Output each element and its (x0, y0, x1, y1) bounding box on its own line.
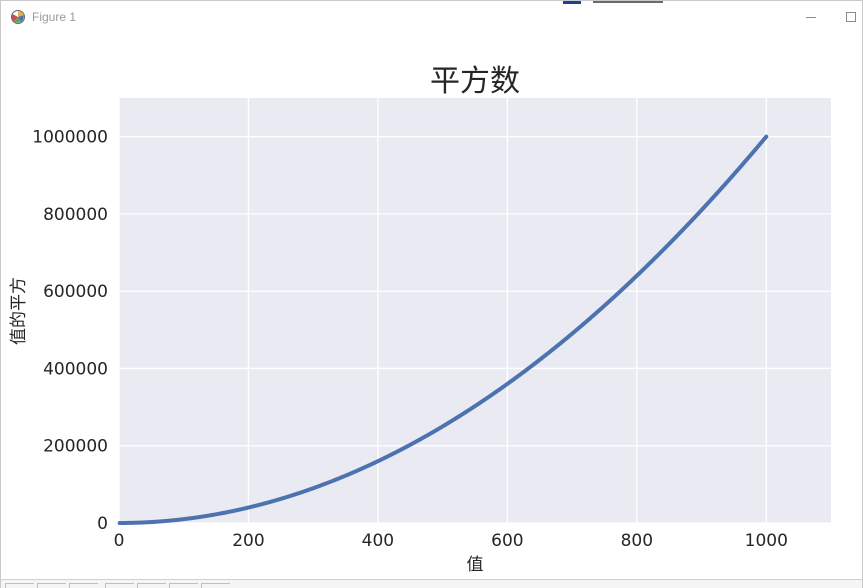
maximize-icon (846, 12, 856, 22)
window-title: Figure 1 (32, 10, 77, 24)
x-tick-label: 1000 (745, 531, 788, 551)
plot-area (119, 98, 831, 523)
x-tick-label: 400 (362, 531, 394, 551)
title-bar[interactable]: Figure 1 (1, 1, 862, 33)
y-axis-label: 值的平方 (9, 277, 29, 345)
chart: 平方数 0 200 400 600 800 1000 0 200000 400000 60000… (9, 64, 831, 575)
background-window-artifact (563, 1, 663, 5)
y-tick-label: 0 (97, 514, 108, 534)
x-tick-labels: 0 200 400 600 800 1000 (114, 531, 788, 551)
matplotlib-icon (11, 10, 25, 24)
chart-title: 平方数 (430, 64, 520, 99)
y-tick-labels: 0 200000 400000 600000 800000 1000000 (32, 128, 108, 534)
y-tick-label: 1000000 (32, 128, 108, 148)
x-axis-label: 值 (467, 555, 484, 575)
maximize-button[interactable] (833, 3, 862, 31)
x-tick-label: 0 (114, 531, 125, 551)
y-tick-label: 200000 (43, 437, 108, 457)
minimize-button[interactable] (789, 3, 833, 31)
x-tick-label: 600 (491, 531, 523, 551)
y-tick-label: 400000 (43, 359, 108, 379)
y-tick-label: 800000 (43, 205, 108, 225)
figure-window: Figure 1 平方数 0 200 400 600 800 1000 0 200000 40… (0, 0, 863, 588)
y-tick-label: 600000 (43, 282, 108, 302)
toolbar-strip (1, 579, 862, 588)
minimize-icon (806, 17, 816, 18)
x-tick-label: 200 (232, 531, 264, 551)
x-tick-label: 800 (621, 531, 653, 551)
